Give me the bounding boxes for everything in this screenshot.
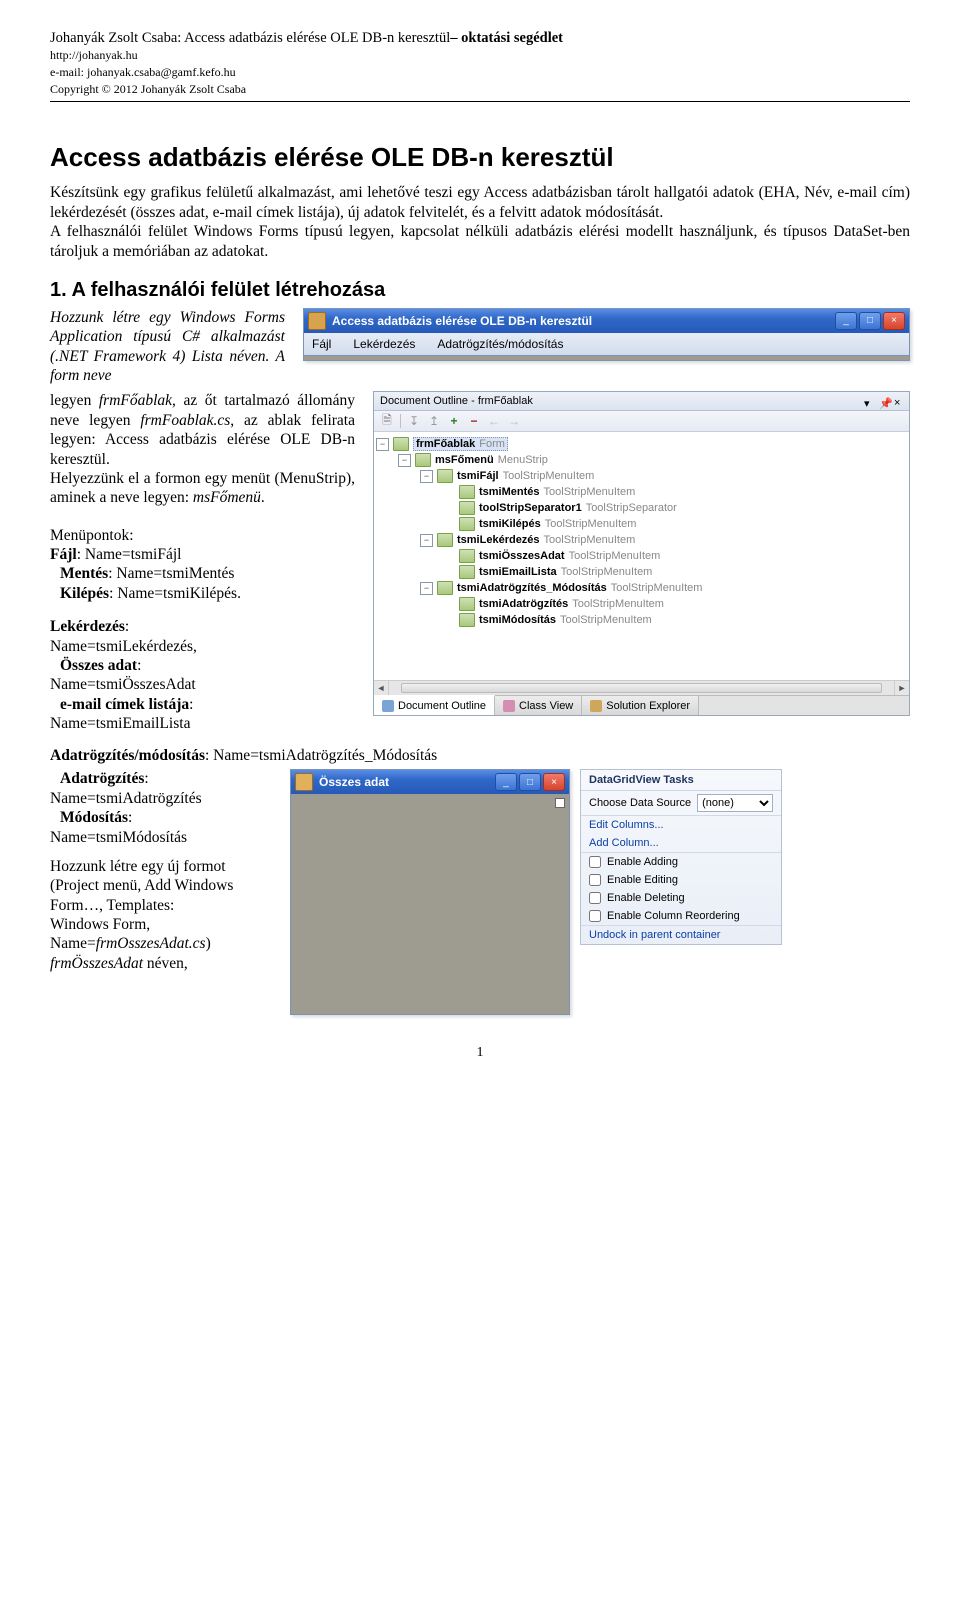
component-icon (459, 485, 475, 499)
tab-document-outline[interactable]: Document Outline (374, 695, 495, 715)
enable-adding-checkbox[interactable] (589, 856, 601, 868)
tree-node[interactable]: tsmiAdatrögzítésToolStripMenuItem (376, 596, 907, 612)
add-column-link[interactable]: Add Column... (589, 837, 659, 849)
expander-icon[interactable]: − (420, 582, 433, 595)
doc-outline-tree[interactable]: −frmFőablakForm−msFőmenüMenuStrip−tsmiFá… (374, 432, 909, 680)
component-icon (415, 453, 431, 467)
enable-deleting-checkbox[interactable] (589, 892, 601, 904)
name-toggle-icon[interactable]: 🗎 (380, 414, 394, 428)
component-icon (459, 613, 475, 627)
tree-node[interactable]: tsmiÖsszesAdatToolStripMenuItem (376, 548, 907, 564)
data-source-select[interactable]: (none) (697, 794, 773, 812)
component-icon (459, 517, 475, 531)
component-icon (437, 581, 453, 595)
oa-minimize-button[interactable]: _ (495, 773, 517, 791)
tree-node[interactable]: −tsmiAdatrögzítés_MódosításToolStripMenu… (376, 580, 907, 596)
menu-fajl[interactable]: Fájl (312, 337, 331, 351)
tree-node[interactable]: tsmiMódosításToolStripMenuItem (376, 612, 907, 628)
smarttag-glyph-icon[interactable] (555, 798, 565, 808)
tree-node[interactable]: −msFőmenüMenuStrip (376, 452, 907, 468)
app-icon (308, 312, 326, 330)
maximize-button[interactable]: □ (859, 312, 881, 330)
component-icon (459, 597, 475, 611)
header-email: e-mail: johanyak.csaba@gamf.kefo.hu (50, 64, 910, 81)
close-button[interactable]: × (883, 312, 905, 330)
expander-icon[interactable]: − (376, 438, 389, 451)
component-icon (437, 469, 453, 483)
arrow-right-icon[interactable]: → (507, 414, 521, 428)
minimize-button[interactable]: _ (835, 312, 857, 330)
app-title: Access adatbázis elérése OLE DB-n keresz… (332, 314, 829, 328)
component-icon (393, 437, 409, 451)
header-title-plain: Access adatbázis elérése OLE DB-n keresz… (184, 30, 450, 46)
tab-solution-explorer[interactable]: Solution Explorer (582, 696, 699, 715)
horizontal-scrollbar[interactable]: ◄ ► (374, 680, 909, 695)
header-author: Johanyák Zsolt Csaba: (50, 30, 184, 46)
oa-maximize-button[interactable]: □ (519, 773, 541, 791)
oa-icon (295, 773, 313, 791)
menu-lekerdezes[interactable]: Lekérdezés (353, 337, 415, 351)
paragraph-1: Hozzunk létre egy Windows Forms Applicat… (50, 308, 285, 386)
main-title: Access adatbázis elérése OLE DB-n keresz… (50, 142, 910, 173)
component-icon (459, 565, 475, 579)
doc-outline-title: Document Outline - frmFőablak (380, 395, 858, 407)
header-copyright: Copyright © 2012 Johanyák Zsolt Csaba (50, 81, 910, 98)
choose-data-source-label: Choose Data Source (589, 797, 691, 809)
header-title-bold: – oktatási segédlet (450, 30, 563, 46)
arrow-left-icon[interactable]: ← (487, 414, 501, 428)
section-1-title: 1. A felhasználói felület létrehozása (50, 279, 910, 302)
dropdown-icon[interactable]: ▾ (864, 397, 873, 406)
doc-outline-titlebar: Document Outline - frmFőablak ▾ 📌 × (374, 392, 909, 411)
component-icon (459, 549, 475, 563)
oa-close-button[interactable]: × (543, 773, 565, 791)
header-url: http://johanyak.hu (50, 47, 910, 64)
tab-class-view[interactable]: Class View (495, 696, 582, 715)
paragraph-5-line: Adatrögzítés/módosítás: Name=tsmiAdatrög… (50, 747, 910, 765)
tasks-title: DataGridView Tasks (581, 770, 781, 791)
page-header: Johanyák Zsolt Csaba: Access adatbázis e… (50, 30, 910, 102)
tree-node[interactable]: −tsmiFájlToolStripMenuItem (376, 468, 907, 484)
app-client-area (304, 355, 909, 360)
menupontok-label: Menüpontok: (50, 526, 355, 545)
menu-adatrogzites[interactable]: Adatrögzítés/módosítás (437, 337, 563, 351)
collapse-icon[interactable]: − (467, 414, 481, 428)
component-icon (437, 533, 453, 547)
edit-columns-link[interactable]: Edit Columns... (589, 819, 664, 831)
pin-icon[interactable]: 📌 (879, 397, 888, 406)
tree-node[interactable]: −tsmiLekérdezésToolStripMenuItem (376, 532, 907, 548)
intro-paragraph: Készítsünk egy grafikus felületű alkalma… (50, 183, 910, 261)
oa-titlebar: Összes adat _ □ × (291, 770, 569, 794)
enable-reorder-checkbox[interactable] (589, 910, 601, 922)
app-menubar: Fájl Lekérdezés Adatrögzítés/módosítás (304, 333, 909, 355)
oa-title: Összes adat (319, 775, 489, 789)
expander-icon[interactable]: − (420, 470, 433, 483)
move-down-icon[interactable]: ↧ (407, 414, 421, 428)
document-outline-window: Document Outline - frmFőablak ▾ 📌 × 🗎 ↧ … (373, 391, 910, 716)
expander-icon[interactable]: − (420, 534, 433, 547)
datagridview-tasks-panel: DataGridView Tasks Choose Data Source (n… (580, 769, 782, 945)
tree-node[interactable]: −frmFőablakForm (376, 436, 907, 452)
undock-link[interactable]: Undock in parent container (589, 929, 720, 941)
expander-icon[interactable]: − (398, 454, 411, 467)
paragraph-2: legyen frmFőablak, az őt tartalmazó állo… (50, 391, 355, 733)
paragraph-5-6: Adatrögzítés: Name=tsmiAdatrögzítés Módo… (50, 769, 280, 973)
tree-node[interactable]: tsmiMentésToolStripMenuItem (376, 484, 907, 500)
page-number: 1 (50, 1045, 910, 1061)
oa-client-area (291, 794, 569, 1014)
bottom-tabs: Document Outline Class View Solution Exp… (374, 695, 909, 715)
osszes-adat-window: Összes adat _ □ × (290, 769, 570, 1015)
component-icon (459, 501, 475, 515)
expand-icon[interactable]: + (447, 414, 461, 428)
app-window: Access adatbázis elérése OLE DB-n keresz… (303, 308, 910, 361)
move-up-icon[interactable]: ↥ (427, 414, 441, 428)
enable-editing-checkbox[interactable] (589, 874, 601, 886)
doc-outline-toolbar: 🗎 ↧ ↥ + − ← → (374, 411, 909, 432)
tree-node[interactable]: tsmiKilépésToolStripMenuItem (376, 516, 907, 532)
tree-node[interactable]: tsmiEmailListaToolStripMenuItem (376, 564, 907, 580)
tree-node[interactable]: toolStripSeparator1ToolStripSeparator (376, 500, 907, 516)
app-titlebar: Access adatbázis elérése OLE DB-n keresz… (304, 309, 909, 333)
close-icon[interactable]: × (894, 397, 903, 406)
